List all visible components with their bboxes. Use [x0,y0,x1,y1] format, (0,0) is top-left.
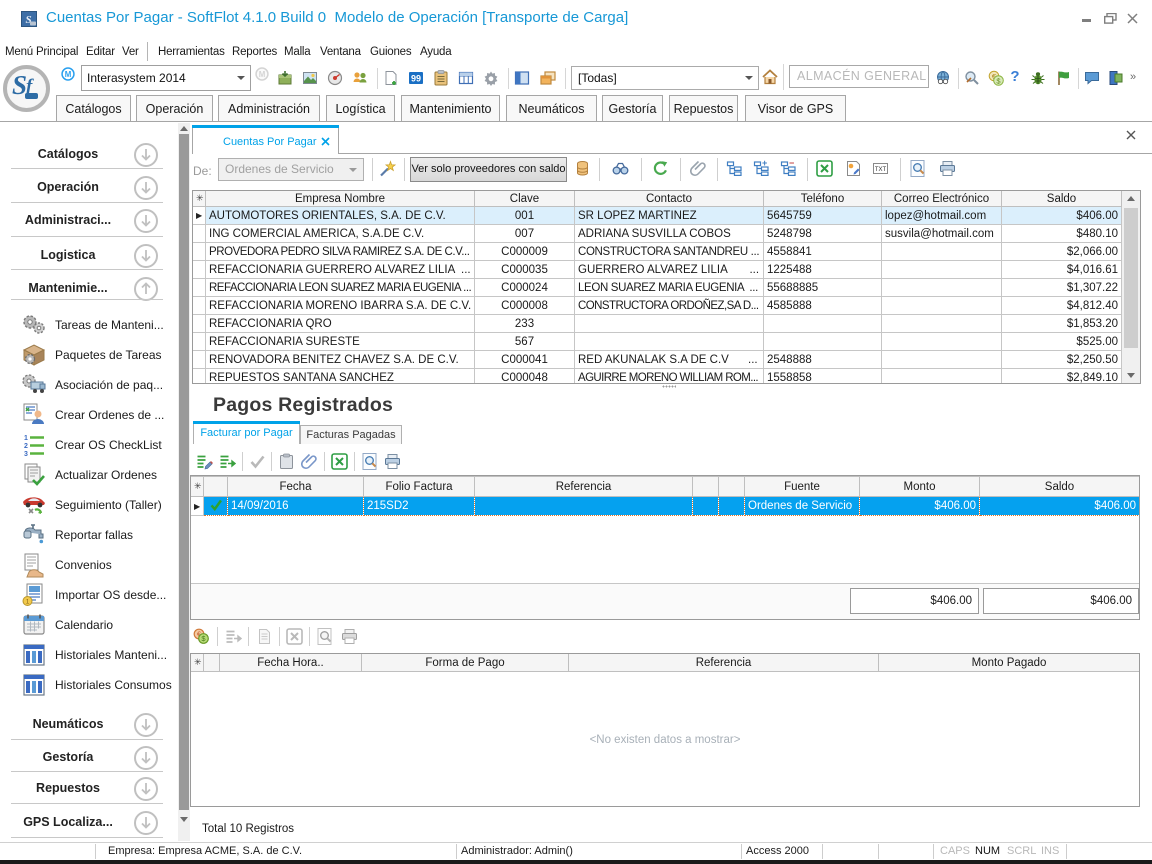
svg-text:M: M [259,70,266,79]
svg-text:M: M [65,70,72,79]
svg-text:99: 99 [411,74,421,84]
